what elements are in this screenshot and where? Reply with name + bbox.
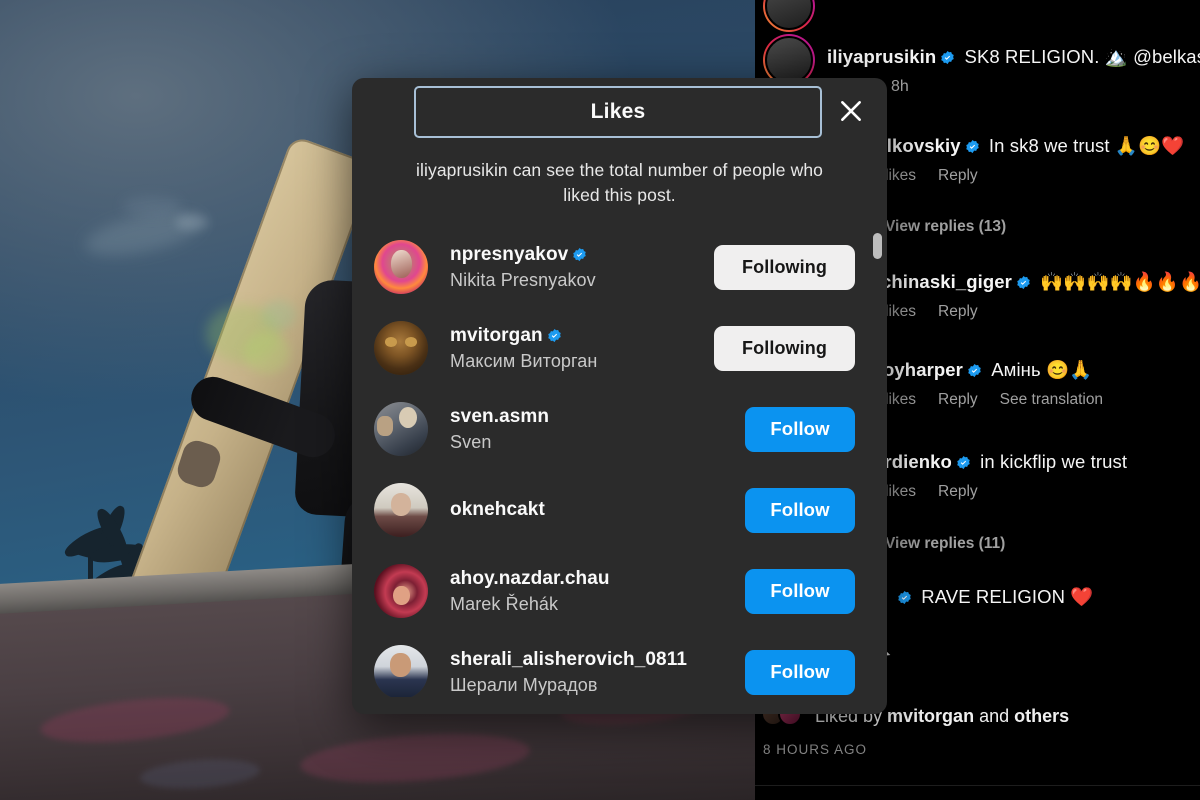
list-item-texts: sherali_alisherovich_0811 Шерали Мурадов [450, 649, 745, 696]
list-item-fullname: Sven [450, 431, 492, 452]
close-button[interactable] [827, 88, 875, 136]
verified-badge-icon [940, 50, 955, 65]
liked-by-others[interactable]: others [1014, 706, 1069, 726]
avatar[interactable] [374, 402, 428, 457]
list-item-texts: oknehcakt [450, 499, 745, 521]
lens-flare [122, 196, 182, 216]
caption-time: 8h [891, 78, 909, 95]
likes-modal: Likes iliyaprusikin can see the total nu… [352, 78, 887, 714]
modal-description: iliyaprusikin can see the total number o… [416, 160, 823, 206]
list-item-texts: sven.asmn Sven [450, 406, 745, 453]
verified-badge-icon [572, 247, 587, 262]
list-item-fullname: Шерали Мурадов [450, 674, 598, 695]
comment-text: RAVE RELIGION ❤️ [921, 586, 1094, 607]
comment-text: Амінь 😊🙏 [991, 359, 1093, 380]
scrollbar[interactable] [873, 227, 884, 697]
comment-text: In sk8 we trust 🙏😊❤️ [988, 135, 1185, 156]
verified-badge-icon [547, 328, 562, 343]
view-replies-button[interactable]: View replies (11) [885, 535, 1005, 553]
avatar[interactable] [374, 645, 428, 697]
caption-username[interactable]: iliyaprusikin [827, 46, 936, 67]
list-item-username[interactable]: mvitorgan [450, 325, 714, 347]
comment-likes-count[interactable]: likes [885, 391, 916, 408]
verified-badge-icon [897, 590, 912, 605]
comment-username[interactable]: oyharper [883, 359, 963, 380]
avatar[interactable] [374, 240, 428, 295]
list-item-username[interactable]: sherali_alisherovich_0811 [450, 649, 745, 671]
list-item-texts: ahoy.nazdar.chau Marek Řehák [450, 568, 745, 615]
comment-likes-count[interactable]: likes [885, 303, 916, 320]
caption-text: SK8 RELIGION. 🏔️ @belkas [964, 46, 1200, 67]
list-item[interactable]: ahoy.nazdar.chau Marek Řehák Follow [352, 551, 887, 632]
verified-badge-icon [967, 363, 982, 378]
username-text: sherali_alisherovich_0811 [450, 648, 687, 670]
list-item-username[interactable]: sven.asmn [450, 406, 745, 428]
list-item-username[interactable]: oknehcakt [450, 499, 745, 521]
username-text: npresnyakov [450, 243, 569, 265]
follow-button[interactable]: Follow [745, 568, 855, 614]
list-item-fullname: Marek Řehák [450, 593, 559, 614]
list-item[interactable]: oknehcakt Follow [352, 470, 887, 551]
see-translation-button[interactable]: See translation [1000, 391, 1103, 408]
comment-reply-button[interactable]: Reply [938, 303, 978, 320]
verified-badge-icon [956, 455, 971, 470]
comment-reply-button[interactable]: Reply [938, 391, 978, 408]
list-item[interactable]: sven.asmn Sven Follow [352, 389, 887, 470]
follow-button[interactable]: Follow [745, 487, 855, 533]
view-replies-button[interactable]: View replies (13) [885, 218, 1006, 236]
scrollbar-thumb[interactable] [873, 232, 882, 259]
comment-reply-button[interactable]: Reply [938, 483, 978, 500]
avatar[interactable] [374, 483, 428, 538]
following-button[interactable]: Following [714, 325, 855, 371]
lens-flare [262, 300, 296, 330]
modal-title-focus-ring: Likes [414, 86, 822, 138]
list-item-username[interactable]: npresnyakov [450, 244, 714, 266]
liked-by-middle: and [974, 706, 1015, 726]
comment-likes-count[interactable]: likes [885, 167, 916, 184]
username-text: mvitorgan [450, 324, 543, 346]
lens-flare [244, 332, 290, 374]
comment-text: in kickflip we trust [980, 451, 1128, 472]
list-item-username[interactable]: ahoy.nazdar.chau [450, 568, 745, 590]
list-item[interactable]: sherali_alisherovich_0811 Шерали Мурадов… [352, 632, 887, 697]
post-timestamp: 8 HOURS AGO [763, 742, 868, 757]
follow-button[interactable]: Follow [745, 649, 855, 695]
list-item-fullname: Максим Виторган [450, 350, 598, 371]
list-item[interactable]: npresnyakov Nikita Presnyakov Following [352, 227, 887, 308]
divider [755, 785, 1200, 786]
comment-username[interactable]: chinaski_giger [881, 271, 1012, 292]
username-text: oknehcakt [450, 499, 545, 521]
verified-badge-icon [1016, 275, 1031, 290]
instagram-post-screen: iliyaprusikin SK8 RELIGION. 🏔️ @belkas 8… [0, 0, 1200, 800]
follow-button[interactable]: Follow [745, 406, 855, 452]
verified-badge-icon [965, 139, 980, 154]
liked-by-username[interactable]: mvitorgan [887, 706, 974, 726]
modal-header: Likes [352, 78, 887, 142]
list-item-fullname: Nikita Presnyakov [450, 269, 596, 290]
likes-list[interactable]: npresnyakov Nikita Presnyakov Following … [352, 227, 887, 697]
comment-reply-button[interactable]: Reply [938, 167, 978, 184]
avatar[interactable] [374, 321, 428, 376]
avatar[interactable] [763, 0, 815, 32]
list-item-texts: npresnyakov Nikita Presnyakov [450, 244, 714, 291]
avatar[interactable] [374, 564, 428, 619]
username-text: ahoy.nazdar.chau [450, 567, 610, 589]
list-item[interactable]: mvitorgan Максим Виторган Following [352, 308, 887, 389]
close-icon [838, 98, 864, 127]
following-button[interactable]: Following [714, 244, 855, 290]
comment-likes-count[interactable]: likes [885, 483, 916, 500]
username-text: sven.asmn [450, 405, 550, 427]
list-item-texts: mvitorgan Максим Виторган [450, 325, 714, 372]
page-title: Likes [590, 100, 646, 123]
post-caption: iliyaprusikin SK8 RELIGION. 🏔️ @belkas [827, 44, 1200, 71]
comment-text: 🙌🙌🙌🙌🔥🔥🔥 [1040, 271, 1200, 292]
